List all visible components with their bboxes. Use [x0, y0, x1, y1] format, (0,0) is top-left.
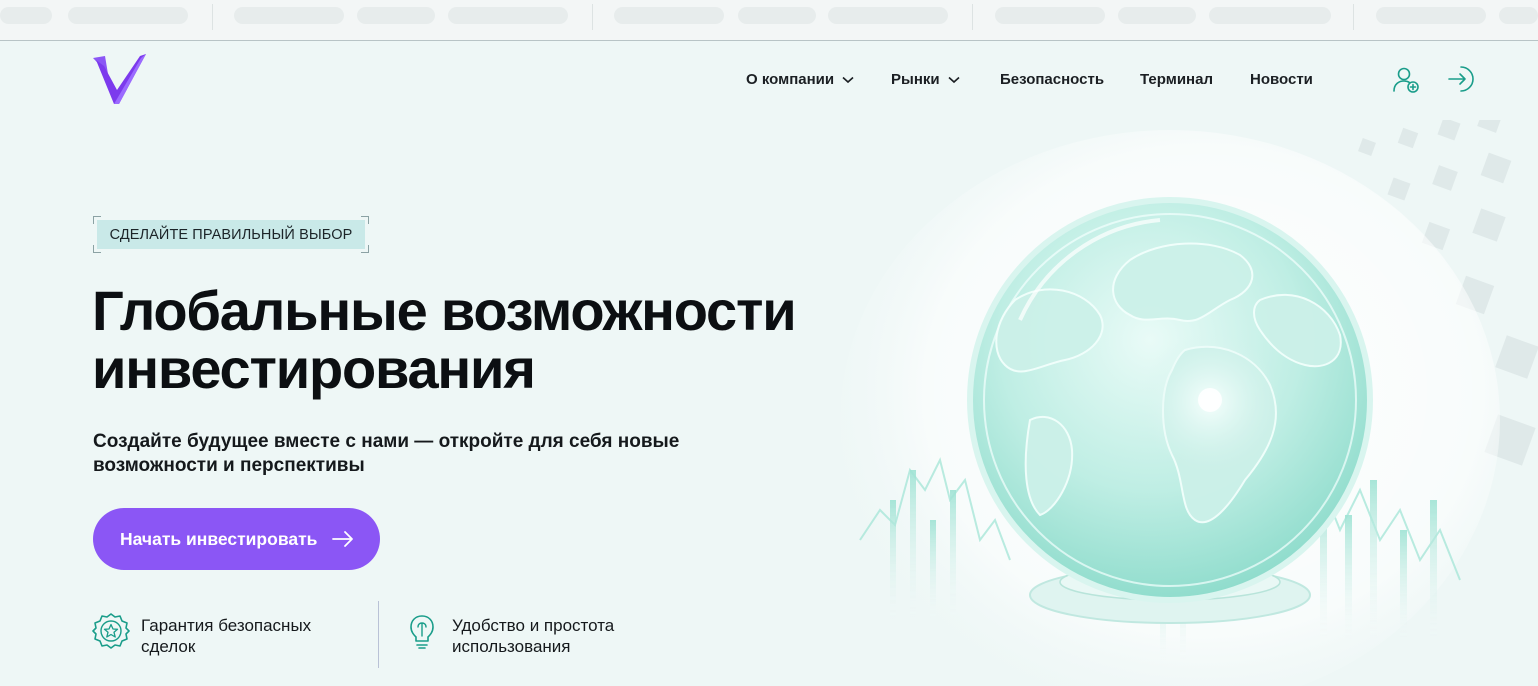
feature-text-line: сделок	[141, 637, 196, 656]
ticker-separator	[1353, 4, 1354, 30]
nav-item-label: О компании	[746, 71, 835, 88]
nav-item-label: Безопасность	[1000, 71, 1105, 88]
feature-text: Удобство и простота использования	[452, 615, 652, 657]
ticker-placeholder	[1376, 7, 1486, 24]
page-title-line: инвестирования	[92, 337, 536, 400]
star-badge-icon	[92, 613, 130, 649]
ticker-placeholder	[448, 7, 568, 24]
hero-tag-label: СДЕЛАЙТЕ ПРАВИЛЬНЫЙ ВЫБОР	[97, 220, 365, 249]
nav-item-news[interactable]: Новости	[1250, 71, 1313, 88]
ticker-separator	[212, 4, 213, 30]
ticker-placeholder	[828, 7, 948, 24]
brand-logo[interactable]	[92, 52, 148, 108]
nav-item-markets[interactable]: Рынки	[891, 71, 960, 88]
nav-item-company[interactable]: О компании	[746, 71, 854, 88]
nav-item-label: Новости	[1250, 71, 1313, 88]
nav-item-security[interactable]: Безопасность	[1000, 71, 1104, 88]
page-title-line: Глобальные возможности	[92, 279, 797, 342]
ticker-placeholder	[738, 7, 816, 24]
user-add-icon[interactable]	[1391, 64, 1421, 94]
ticker-strip	[0, 0, 1538, 41]
hero-subtitle-line: Создайте будущее вместе с нами — откройт…	[93, 431, 680, 452]
ticker-separator	[592, 4, 593, 30]
chevron-down-icon	[948, 76, 960, 83]
lightbulb-icon	[410, 615, 434, 649]
ticker-separator	[972, 4, 973, 30]
nav-item-label: Рынки	[891, 71, 940, 88]
globe-illustration	[840, 120, 1538, 686]
ticker-placeholder	[995, 7, 1105, 24]
ticker-placeholder	[0, 7, 52, 24]
feature-text-line: Гарантия безопасных	[141, 616, 312, 635]
hero-tag: СДЕЛАЙТЕ ПРАВИЛЬНЫЙ ВЫБОР	[93, 216, 369, 253]
feature-text-line: использования	[452, 637, 571, 656]
hero-subtitle: Создайте будущее вместе с нами — откройт…	[93, 430, 753, 478]
ticker-placeholder	[1118, 7, 1196, 24]
ticker-placeholder	[68, 7, 188, 24]
start-investing-button[interactable]: Начать инвестировать	[93, 508, 380, 570]
page-title: Глобальные возможности инвестирования	[92, 282, 812, 398]
feature-item: Удобство и простота использования	[403, 612, 652, 657]
ticker-placeholder	[234, 7, 344, 24]
ticker-placeholder	[614, 7, 724, 24]
feature-item: Гарантия безопасных сделок	[92, 612, 341, 657]
start-investing-label: Начать инвестировать	[120, 528, 318, 549]
chevron-down-icon	[842, 76, 854, 83]
ticker-placeholder	[357, 7, 435, 24]
feature-divider	[378, 601, 379, 668]
ticker-placeholder	[1499, 7, 1538, 24]
hero-subtitle-line: возможности и перспективы	[93, 455, 365, 476]
ticker-placeholder	[1209, 7, 1331, 24]
feature-text: Гарантия безопасных сделок	[141, 615, 341, 657]
nav-item-label: Терминал	[1140, 71, 1213, 88]
login-icon[interactable]	[1446, 64, 1476, 94]
arrow-right-icon	[332, 531, 353, 547]
nav-item-terminal[interactable]: Терминал	[1140, 71, 1213, 88]
feature-text-line: Удобство и простота	[452, 616, 615, 635]
